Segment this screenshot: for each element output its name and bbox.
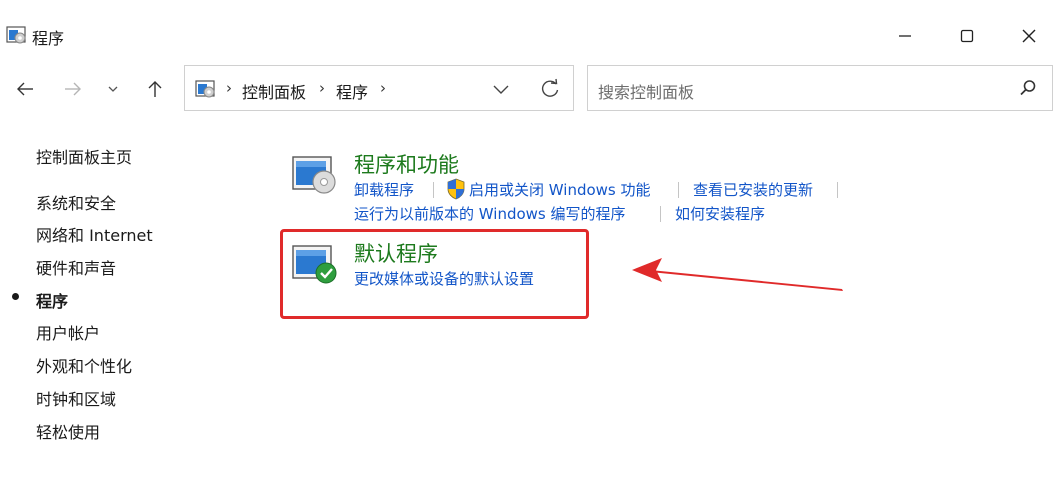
- refresh-icon: [541, 78, 559, 97]
- address-dropdown-button[interactable]: [491, 79, 513, 99]
- search-input[interactable]: 搜索控制面板: [598, 79, 694, 103]
- annotation-highlight-box: [280, 229, 589, 319]
- link-view-installed-updates[interactable]: 查看已安装的更新: [693, 179, 813, 200]
- forward-button[interactable]: [56, 72, 90, 106]
- back-button[interactable]: [8, 72, 42, 106]
- link-separator: [837, 182, 838, 198]
- breadcrumb-control-panel[interactable]: 控制面板: [242, 79, 306, 103]
- link-separator: [678, 182, 679, 198]
- title-bar: 程序: [0, 0, 1054, 70]
- address-bar[interactable]: › 控制面板 › 程序 ›: [184, 65, 574, 111]
- back-arrow-icon: [17, 82, 33, 96]
- sidebar-item-appearance[interactable]: 外观和个性化: [36, 353, 132, 377]
- breadcrumb-programs[interactable]: 程序: [336, 79, 368, 103]
- active-item-bullet: [12, 293, 19, 300]
- search-icon[interactable]: [1018, 78, 1038, 98]
- uac-shield-icon: [446, 178, 466, 200]
- maximize-icon: [960, 29, 974, 43]
- sidebar-item-programs[interactable]: 程序: [36, 288, 68, 312]
- sidebar-item-user-accounts[interactable]: 用户帐户: [36, 320, 100, 344]
- recent-locations-button[interactable]: [98, 72, 128, 106]
- refresh-button[interactable]: [539, 78, 561, 100]
- search-box[interactable]: 搜索控制面板: [587, 65, 1053, 111]
- chevron-down-icon: [493, 85, 509, 94]
- link-run-older-programs[interactable]: 运行为以前版本的 Windows 编写的程序: [354, 203, 626, 224]
- sidebar-item-ease-of-access[interactable]: 轻松使用: [36, 419, 100, 443]
- forward-arrow-icon: [65, 82, 81, 96]
- breadcrumb-separator: ›: [319, 79, 325, 97]
- link-uninstall-program[interactable]: 卸载程序: [354, 179, 414, 200]
- up-button[interactable]: [138, 72, 172, 106]
- minimize-icon: [899, 35, 911, 37]
- maximize-button[interactable]: [944, 14, 990, 58]
- link-turn-windows-features[interactable]: 启用或关闭 Windows 功能: [469, 179, 651, 200]
- close-button[interactable]: [1006, 14, 1052, 58]
- link-separator: [433, 182, 434, 198]
- annotation-arrow: [632, 258, 843, 291]
- breadcrumb-separator: ›: [380, 79, 386, 97]
- window-title: 程序: [32, 29, 65, 48]
- sidebar-item-system-security[interactable]: 系统和安全: [36, 190, 116, 214]
- breadcrumb-separator: ›: [226, 79, 232, 97]
- control-panel-icon: [6, 24, 28, 46]
- programs-features-icon[interactable]: [292, 154, 340, 196]
- category-title-programs-features[interactable]: 程序和功能: [354, 149, 459, 179]
- sidebar-home-link[interactable]: 控制面板主页: [36, 144, 132, 168]
- control-panel-icon: [195, 79, 217, 99]
- link-separator: [660, 206, 661, 222]
- sidebar-item-network[interactable]: 网络和 Internet: [36, 222, 153, 246]
- minimize-button[interactable]: [882, 14, 928, 58]
- sidebar-item-clock-region[interactable]: 时钟和区域: [36, 386, 116, 410]
- link-how-to-install[interactable]: 如何安装程序: [675, 203, 765, 224]
- up-arrow-icon: [148, 81, 162, 97]
- sidebar-item-hardware-sound[interactable]: 硬件和声音: [36, 255, 116, 279]
- chevron-down-icon: [108, 86, 118, 92]
- close-icon: [1022, 29, 1036, 43]
